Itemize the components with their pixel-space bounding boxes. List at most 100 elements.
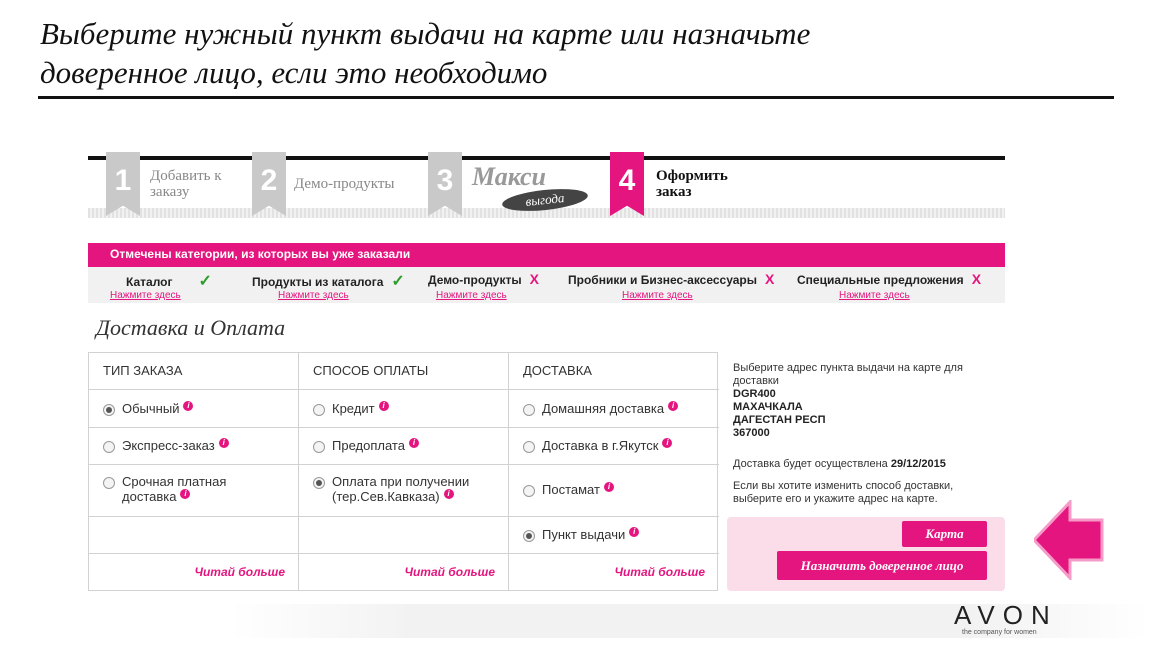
order-type-column: ТИП ЗАКАЗА Обычный i Экспресс-заказ i Сроч…: [89, 353, 299, 590]
category-label: Продукты из каталога: [252, 275, 384, 289]
categories-row: Каталог ✓ Нажмите здесь Продукты из катал…: [88, 267, 1005, 303]
radio-button[interactable]: [523, 485, 535, 497]
headline-divider: [38, 96, 1114, 99]
category-item: Специальные предложения X: [797, 271, 981, 287]
check-icon: ✓: [198, 273, 212, 290]
radio-button[interactable]: [103, 404, 115, 416]
pickup-info-panel: Выберите адрес пункта выдачи на карте дл…: [733, 362, 1003, 506]
pointer-arrow-icon: [1034, 500, 1104, 580]
more-cell: Читай больше: [299, 554, 509, 590]
radio-button[interactable]: [313, 404, 325, 416]
address-line: МАХАЧКАЛА: [733, 401, 803, 413]
category-label: Пробники и Бизнес-аксессуары: [568, 273, 757, 287]
cross-icon: X: [764, 271, 775, 287]
pickup-intro: Выберите адрес пункта выдачи на карте дл…: [733, 362, 963, 387]
info-icon[interactable]: i: [668, 401, 679, 411]
address-line: 367000: [733, 427, 770, 439]
delivery-date-line: Доставка будет осуществлена 29/12/2015: [733, 458, 1003, 471]
option-row[interactable]: Домашняя доставка i: [509, 390, 719, 428]
option-label: Кредит: [332, 401, 375, 416]
category-label: Специальные предложения: [797, 273, 964, 287]
option-label: Доставка в г.Якутск: [542, 438, 659, 453]
step-label-line: Добавить к: [150, 168, 222, 184]
delivery-date: 29/12/2015: [890, 458, 946, 470]
address-line: DGR400: [733, 388, 776, 400]
info-icon[interactable]: i: [443, 489, 454, 499]
slide-headline: Выберите нужный пункт выдачи на карте ил…: [40, 14, 940, 92]
info-icon[interactable]: i: [180, 489, 191, 499]
payment-column: СПОСОБ ОПЛАТЫ Кредит i Предоплата i Оплата…: [299, 353, 509, 590]
step-add-to-order[interactable]: 1 Добавить к заказу: [106, 152, 246, 216]
headline-line-1: Выберите нужный пункт выдачи на карте ил…: [40, 16, 811, 51]
section-title: Доставка и Оплата: [96, 315, 286, 340]
radio-button[interactable]: [523, 441, 535, 453]
option-row[interactable]: Обычный i: [89, 390, 299, 428]
step-label-line: заказ: [656, 184, 692, 200]
radio-button[interactable]: [313, 477, 325, 489]
assign-proxy-button[interactable]: Назначить доверенное лицо: [777, 551, 987, 580]
option-row[interactable]: Предоплата i: [299, 428, 509, 465]
option-row[interactable]: Пункт выдачи i: [509, 517, 719, 554]
category-item: Демо-продукты X: [428, 271, 539, 287]
category-link[interactable]: Нажмите здесь: [278, 290, 349, 301]
option-row[interactable]: Экспресс-заказ i: [89, 428, 299, 465]
radio-button[interactable]: [103, 477, 115, 489]
option-row[interactable]: Постамат i: [509, 465, 719, 517]
step-maxi-vygoda[interactable]: 3 Макси выгода: [428, 152, 598, 216]
option-label: Предоплата: [332, 438, 405, 453]
empty-cell: [299, 517, 509, 554]
category-link[interactable]: Нажмите здесь: [110, 290, 181, 301]
delivery-payment-table: ТИП ЗАКАЗА Обычный i Экспресс-заказ i Сроч…: [88, 352, 719, 591]
info-icon[interactable]: i: [218, 438, 229, 448]
radio-button[interactable]: [313, 441, 325, 453]
avon-logo: AVON: [954, 600, 1058, 630]
more-cell: Читай больше: [509, 554, 719, 590]
radio-button[interactable]: [523, 404, 535, 416]
info-icon[interactable]: i: [183, 401, 194, 411]
read-more-link[interactable]: Читай больше: [404, 565, 495, 579]
step-label-line: Оформить: [656, 168, 728, 184]
categories-title: Отмечены категории, из которых вы уже за…: [88, 243, 1005, 267]
category-link[interactable]: Нажмите здесь: [839, 290, 910, 301]
delivery-prefix: Доставка будет осуществлена: [733, 458, 888, 470]
delivery-column: ДОСТАВКА Домашняя доставка i Доставка в г…: [509, 353, 719, 590]
step-label: Демо-продукты: [294, 176, 395, 192]
info-icon[interactable]: i: [408, 438, 419, 448]
radio-button[interactable]: [523, 530, 535, 542]
avon-tagline: the company for women: [962, 629, 1037, 636]
option-row[interactable]: Кредит i: [299, 390, 509, 428]
info-icon[interactable]: i: [629, 527, 640, 537]
option-label: Постамат: [542, 482, 600, 497]
step-number-badge: 2: [252, 152, 286, 216]
category-item: Каталог ✓: [126, 271, 212, 291]
step-demo-products[interactable]: 2 Демо-продукты: [252, 152, 412, 216]
info-icon[interactable]: i: [662, 438, 673, 448]
option-label: Обычный: [122, 401, 180, 416]
option-label: Пункт выдачи: [542, 527, 626, 542]
read-more-link[interactable]: Читай больше: [614, 565, 705, 579]
option-row[interactable]: Доставка в г.Якутск i: [509, 428, 719, 465]
cross-icon: X: [529, 271, 539, 287]
category-link[interactable]: Нажмите здесь: [622, 290, 693, 301]
category-label: Каталог: [126, 275, 173, 289]
step-label: Добавить к заказу: [150, 168, 222, 200]
step-number-badge: 1: [106, 152, 140, 216]
step-number-badge: 3: [428, 152, 462, 216]
info-icon[interactable]: i: [603, 482, 614, 492]
category-link[interactable]: Нажмите здесь: [436, 290, 507, 301]
empty-cell: [89, 517, 299, 554]
step-label-line: заказу: [150, 184, 190, 200]
read-more-link[interactable]: Читай больше: [194, 565, 285, 579]
category-item: Пробники и Бизнес-аксессуары X: [568, 271, 774, 287]
maxi-logo-text: Макси: [472, 162, 546, 191]
step-checkout[interactable]: 4 Оформить заказ: [610, 152, 760, 216]
map-button[interactable]: Карта: [902, 521, 987, 547]
radio-button[interactable]: [103, 441, 115, 453]
option-row[interactable]: Оплата при получении (тер.Сев.Кавказа) i: [299, 465, 509, 517]
address-line: ДАГЕСТАН РЕСП: [733, 414, 826, 426]
option-label: Домашняя доставка: [542, 401, 665, 416]
more-cell: Читай больше: [89, 554, 299, 590]
step-number-badge: 4: [610, 152, 644, 216]
info-icon[interactable]: i: [378, 401, 389, 411]
option-row[interactable]: Срочная платная доставка i: [89, 465, 299, 517]
